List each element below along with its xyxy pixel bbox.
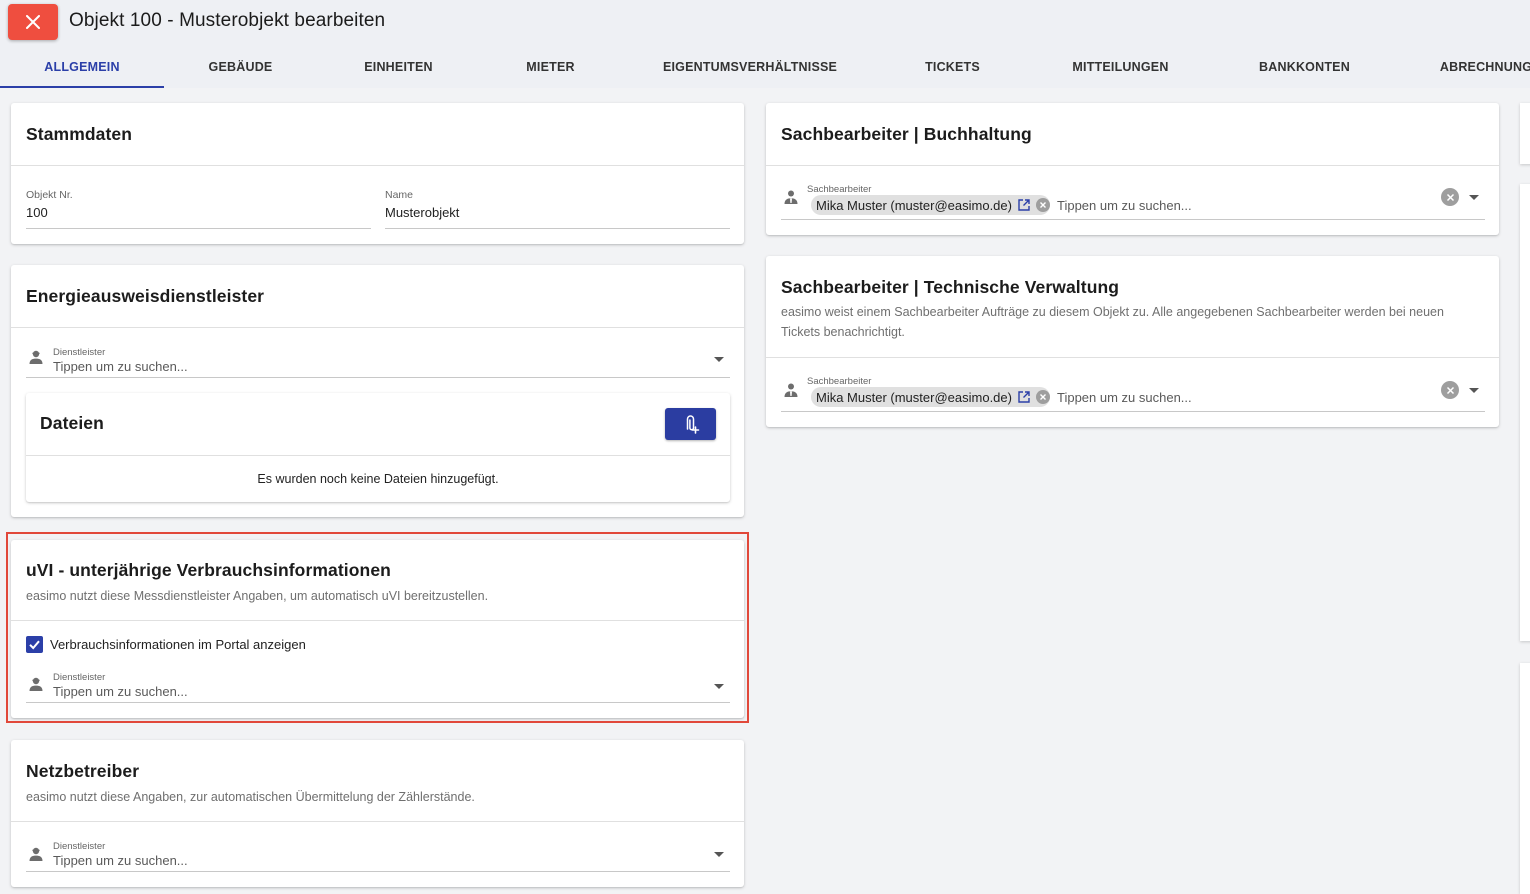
offscreen-card xyxy=(1520,663,1530,894)
tab-bankkonten[interactable]: BANKKONTEN xyxy=(1236,46,1373,88)
name-input[interactable]: Musterobjekt xyxy=(385,205,459,220)
buchhaltung-title: Sachbearbeiter | Buchhaltung xyxy=(781,124,1032,144)
objekt-nr-underline xyxy=(26,228,371,229)
dienstleister-search-input[interactable]: Tippen um zu suchen... xyxy=(53,853,188,868)
clear-selection-icon[interactable] xyxy=(1441,188,1459,206)
divider xyxy=(26,455,730,456)
energieausweis-card: Energieausweisdienstleister Dienstleiste… xyxy=(11,265,744,517)
service-person-icon xyxy=(29,847,43,861)
assignee-chip[interactable]: Mika Muster (muster@easimo.de) xyxy=(811,195,1050,215)
objekt-nr-input[interactable]: 100 xyxy=(26,205,48,220)
technische-verwaltung-subtitle: easimo weist einem Sachbearbeiter Aufträ… xyxy=(781,305,1444,339)
dienstleister-label: Dienstleister xyxy=(53,672,106,683)
tab-tickets[interactable]: TICKETS xyxy=(884,46,1021,88)
tab-abrechnung[interactable]: ABRECHNUNG xyxy=(1430,46,1530,88)
check-icon xyxy=(29,640,40,650)
page-title: Objekt 100 - Musterobjekt bearbeiten xyxy=(69,10,386,31)
close-button[interactable] xyxy=(8,4,58,40)
objekt-nr-label: Objekt Nr. xyxy=(26,189,73,201)
divider xyxy=(766,165,1499,166)
files-empty-message: Es wurden noch keine Dateien hinzugefügt… xyxy=(257,472,499,486)
show-consumption-label: Verbrauchsinformationen im Portal anzeig… xyxy=(50,637,306,652)
divider xyxy=(11,620,744,621)
dienstleister-search-input[interactable]: Tippen um zu suchen... xyxy=(53,359,188,374)
dropdown-arrow-icon[interactable] xyxy=(1469,195,1479,200)
top-bar: Objekt 100 - Musterobjekt bearbeiten ALL… xyxy=(0,0,1530,88)
stammdaten-title: Stammdaten xyxy=(26,124,133,144)
stammdaten-card: Stammdaten Objekt Nr. 100 Name Musterobj… xyxy=(11,103,744,244)
dateien-title: Dateien xyxy=(40,413,104,433)
dropdown-arrow-icon[interactable] xyxy=(714,357,724,362)
clerk-person-icon xyxy=(784,383,798,397)
sachbearbeiter-underline xyxy=(781,219,1485,220)
service-person-icon xyxy=(29,677,43,691)
chip-label: Mika Muster (muster@easimo.de) xyxy=(816,197,1012,213)
dropdown-arrow-icon[interactable] xyxy=(1469,388,1479,393)
dienstleister-label: Dienstleister xyxy=(53,841,106,852)
energieausweis-title: Energieausweisdienstleister xyxy=(26,286,265,306)
divider xyxy=(11,821,744,822)
tab-mieter[interactable]: MIETER xyxy=(482,46,619,88)
active-tab-indicator xyxy=(0,86,164,88)
tab-einheiten[interactable]: EINHEITEN xyxy=(330,46,467,88)
divider xyxy=(766,357,1499,358)
technische-verwaltung-title: Sachbearbeiter | Technische Verwaltung xyxy=(781,277,1120,297)
attach-file-icon xyxy=(686,415,699,434)
dateien-card: Dateien Es wurden noch keine Dateien hin… xyxy=(26,393,730,502)
dropdown-arrow-icon[interactable] xyxy=(714,684,724,689)
buchhaltung-card: Sachbearbeiter | Buchhaltung Sachbearbei… xyxy=(766,103,1499,235)
name-label: Name xyxy=(385,189,414,201)
remove-chip-icon[interactable] xyxy=(1035,390,1050,404)
upload-file-button[interactable] xyxy=(665,408,716,440)
sachbearbeiter-search-input[interactable]: Tippen um zu suchen... xyxy=(1057,198,1192,213)
uvi-card: uVI - unterjährige Verbrauchsinformation… xyxy=(11,540,744,718)
chip-label: Mika Muster (muster@easimo.de) xyxy=(816,389,1012,405)
tab-gebaeude[interactable]: GEBÄUDE xyxy=(172,46,309,88)
netzbetreiber-subtitle: easimo nutzt diese Angaben, zur automati… xyxy=(26,790,475,804)
dienstleister-underline xyxy=(26,377,730,378)
remove-chip-icon[interactable] xyxy=(1035,198,1050,212)
dienstleister-label: Dienstleister xyxy=(53,347,106,358)
sachbearbeiter-label: Sachbearbeiter xyxy=(807,184,872,195)
dienstleister-search-input[interactable]: Tippen um zu suchen... xyxy=(53,684,188,699)
sachbearbeiter-underline xyxy=(781,411,1485,412)
assignee-chip[interactable]: Mika Muster (muster@easimo.de) xyxy=(811,387,1050,407)
sachbearbeiter-label: Sachbearbeiter xyxy=(807,376,872,387)
tab-eigentumsverhaeltnisse[interactable]: EIGENTUMSVERHÄLTNISSE xyxy=(650,46,850,88)
divider xyxy=(11,165,744,166)
close-icon xyxy=(26,15,40,29)
sachbearbeiter-search-input[interactable]: Tippen um zu suchen... xyxy=(1057,390,1192,405)
clerk-person-icon xyxy=(784,190,798,204)
open-external-icon[interactable] xyxy=(1017,198,1031,212)
open-external-icon[interactable] xyxy=(1017,390,1031,404)
dienstleister-underline xyxy=(26,871,730,872)
dropdown-arrow-icon[interactable] xyxy=(714,852,724,857)
name-underline xyxy=(385,228,730,229)
offscreen-card xyxy=(1520,103,1530,164)
netzbetreiber-card: Netzbetreiber easimo nutzt diese Angaben… xyxy=(11,740,744,887)
show-consumption-checkbox[interactable] xyxy=(26,636,43,653)
offscreen-card xyxy=(1520,184,1530,641)
dienstleister-underline xyxy=(26,702,730,703)
uvi-subtitle: easimo nutzt diese Messdienstleister Ang… xyxy=(26,589,489,603)
tab-allgemein[interactable]: ALLGEMEIN xyxy=(0,46,164,88)
uvi-title: uVI - unterjährige Verbrauchsinformation… xyxy=(26,560,391,580)
tab-mitteilungen[interactable]: MITTEILUNGEN xyxy=(1052,46,1189,88)
service-person-icon xyxy=(29,350,43,364)
tab-bar: ALLGEMEIN GEBÄUDE EINHEITEN MIETER EIGEN… xyxy=(0,46,1530,88)
technische-verwaltung-card: Sachbearbeiter | Technische Verwaltung e… xyxy=(766,256,1499,427)
divider xyxy=(11,327,744,328)
netzbetreiber-title: Netzbetreiber xyxy=(26,761,140,781)
clear-selection-icon[interactable] xyxy=(1441,381,1459,399)
